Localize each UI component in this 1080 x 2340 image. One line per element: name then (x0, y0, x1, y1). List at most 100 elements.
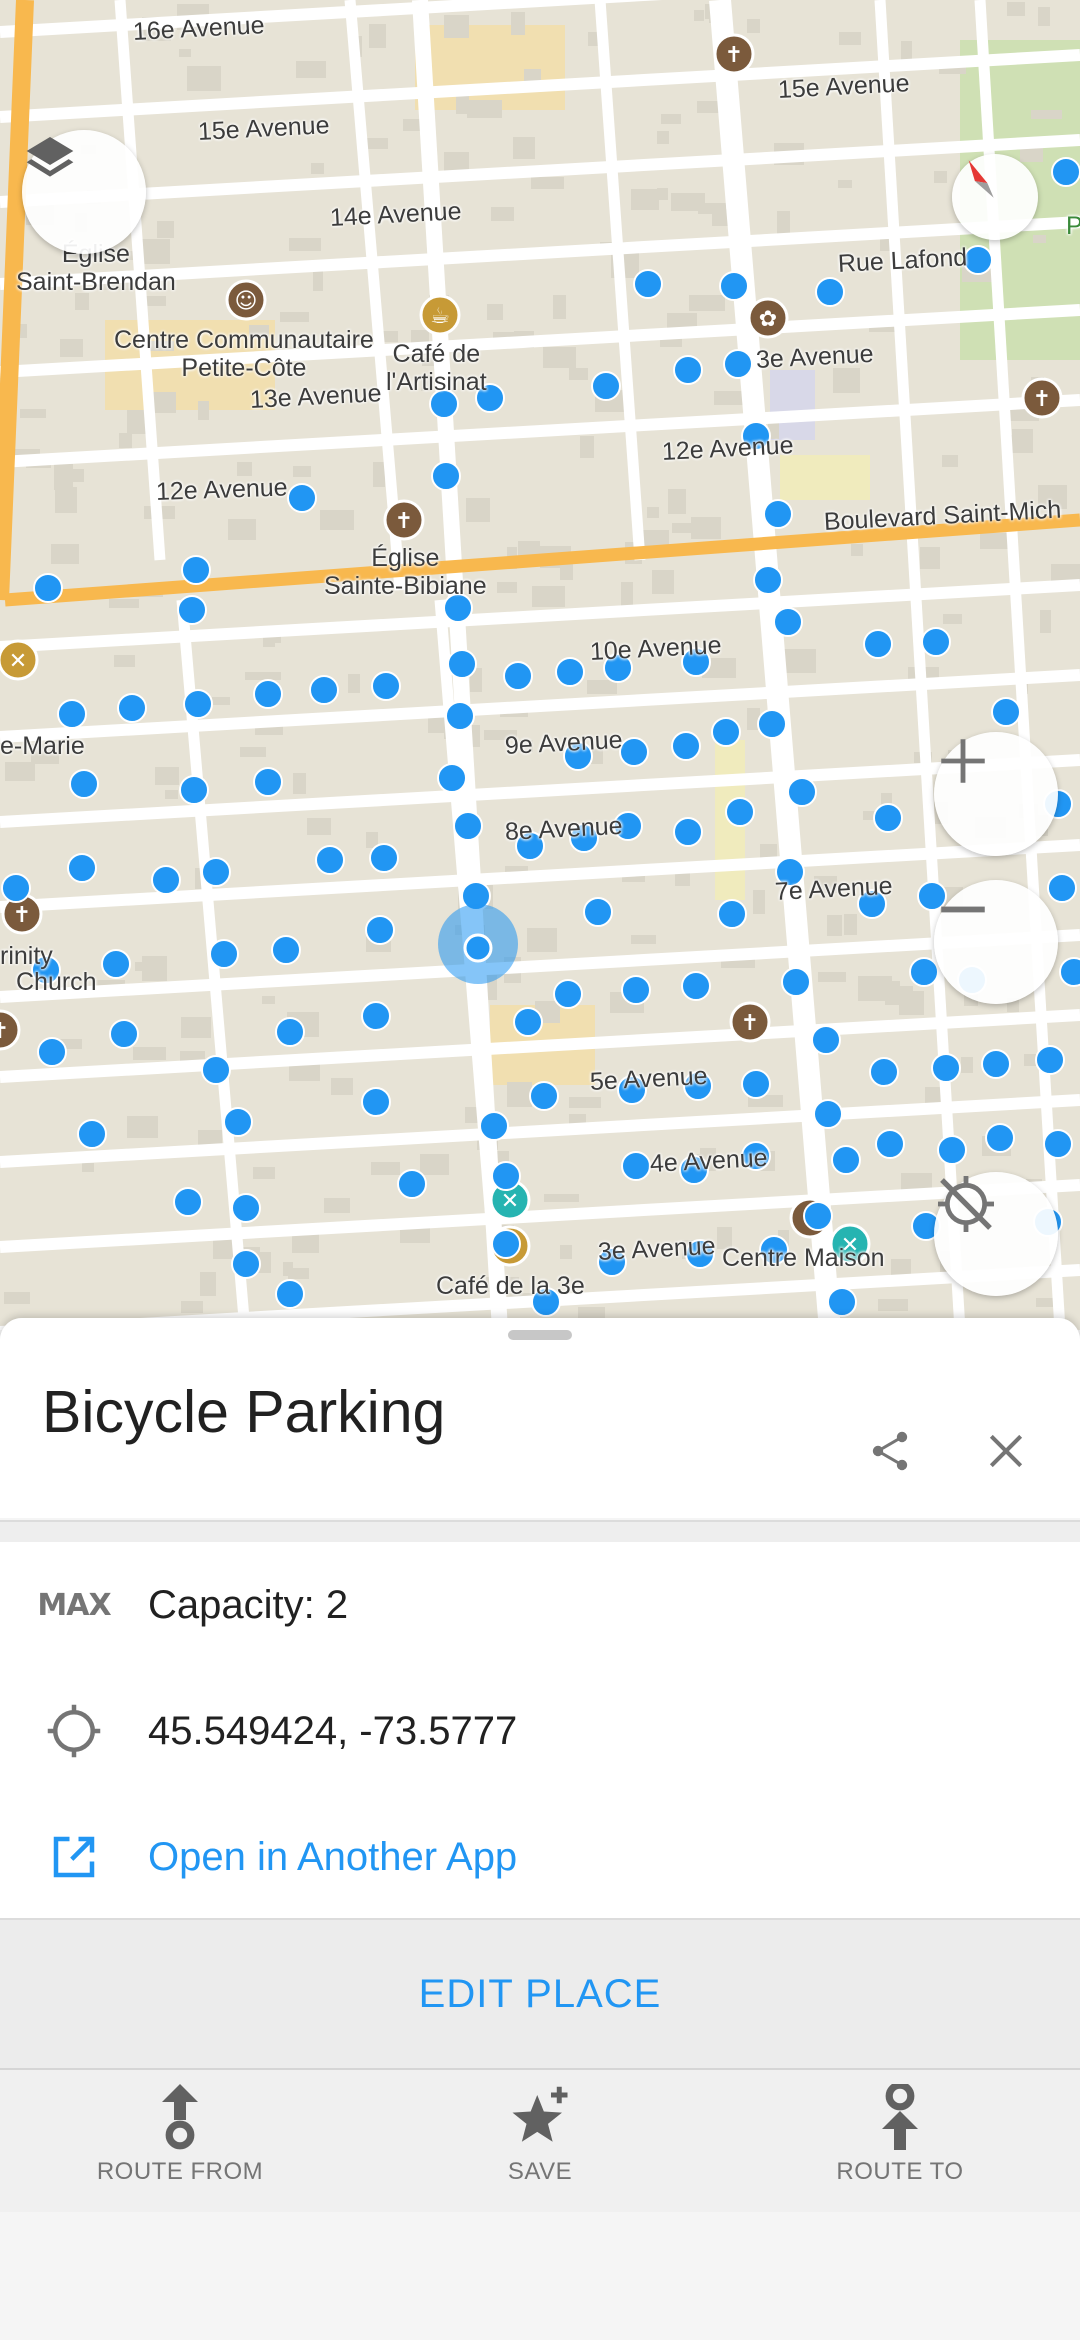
building (961, 1057, 973, 1073)
building (179, 49, 191, 57)
bicycle-parking-point (437, 763, 467, 793)
bicycle-parking-point (315, 845, 345, 875)
building (165, 790, 178, 799)
building (228, 519, 256, 540)
bicycle-parking-point (1035, 1045, 1065, 1075)
bicycle-parking-point (873, 803, 903, 833)
bicycle-parking-point (671, 731, 701, 761)
capacity-text: Capacity: 2 (148, 1582, 349, 1627)
bicycle-parking-point (633, 269, 663, 299)
edit-place-button[interactable]: EDIT PLACE (0, 1920, 1080, 2070)
selected-location-point[interactable] (463, 933, 493, 963)
bicycle-parking-point (673, 355, 703, 385)
bicycle-parking-point (619, 737, 649, 767)
bicycle-parking-point (773, 607, 803, 637)
place-details: MAX Capacity: 2 45.549424, -73.5777 Open… (0, 1542, 1080, 1920)
save-button[interactable]: SAVE (360, 2070, 720, 2212)
building (818, 972, 846, 982)
building (420, 1154, 449, 1175)
layers-button[interactable] (22, 130, 146, 254)
bicycle-parking-point (491, 1229, 521, 1259)
bicycle-parking-point (37, 1037, 67, 1067)
map-canvas[interactable]: ✝✝✝✝✝✝✝☕☕☺✿✕✕✕ (0, 0, 1080, 1330)
building (293, 466, 311, 477)
building (532, 586, 565, 607)
cafe-icon: ☕ (419, 294, 461, 336)
bicycle-parking-point (963, 245, 993, 275)
building (253, 1167, 275, 1179)
bicycle-parking-point (309, 675, 339, 705)
section-divider (0, 1520, 1080, 1544)
bicycle-parking-point (491, 1161, 521, 1191)
coordinates-text[interactable]: 45.549424, -73.5777 (148, 1709, 517, 1754)
route-from-button[interactable]: ROUTE FROM (0, 2070, 360, 2212)
save-label: SAVE (507, 2158, 573, 2185)
bicycle-parking-point (909, 957, 939, 987)
building (491, 207, 514, 221)
bicycle-parking-point (361, 1087, 391, 1117)
zoom-out-button[interactable] (934, 880, 1058, 1004)
building (878, 1299, 908, 1311)
bicycle-parking-point (717, 899, 747, 929)
building (82, 1163, 94, 1172)
bicycle-parking-point (271, 935, 301, 965)
bicycle-parking-point (831, 1145, 861, 1175)
building (487, 304, 503, 320)
route-to-button[interactable]: ROUTE TO (720, 2070, 1080, 2212)
route-to-label: ROUTE TO (836, 2158, 964, 2185)
building (827, 915, 842, 936)
church-icon: ✝ (729, 1001, 771, 1043)
bicycle-parking-point (863, 629, 893, 659)
building (513, 137, 535, 159)
bicycle-parking-point (173, 1187, 203, 1217)
coordinates-row[interactable]: 45.549424, -73.5777 (0, 1668, 1080, 1794)
open-in-another-app-link[interactable]: Open in Another App (148, 1835, 517, 1880)
bicycle-parking-point (201, 857, 231, 887)
street-label: 12e Avenue (155, 473, 289, 506)
my-location-button[interactable] (934, 1172, 1058, 1296)
building (245, 672, 281, 680)
place-details-sheet[interactable]: Bicycle Parking MAX Capacity: 2 45.54942… (0, 1318, 1080, 2340)
building (5, 762, 35, 781)
bicycle-parking-point (583, 897, 613, 927)
map-view[interactable]: ✝✝✝✝✝✝✝☕☕☺✿✕✕✕ 16e Avenue 15e Avenue 15e… (0, 0, 1080, 1330)
bicycle-parking-point (815, 277, 845, 307)
building (331, 1078, 353, 1095)
building (1033, 235, 1046, 243)
open-in-another-app-row[interactable]: Open in Another App (0, 1794, 1080, 1920)
building (60, 339, 83, 357)
restaurant-icon: ✕ (0, 639, 39, 681)
building (212, 697, 230, 705)
building (371, 1162, 400, 1175)
building (527, 928, 557, 952)
bicycle-parking-point (177, 595, 207, 625)
building (155, 767, 179, 785)
share-button[interactable] (850, 1411, 930, 1491)
close-button[interactable] (966, 1411, 1046, 1491)
building (569, 368, 588, 380)
bicycle-parking-point (753, 565, 783, 595)
bicycle-parking-point (369, 843, 399, 873)
zoom-in-button[interactable] (934, 732, 1058, 856)
building (466, 498, 490, 522)
bicycle-parking-point (781, 967, 811, 997)
poi-label: P (1066, 212, 1080, 240)
church-icon: ✝ (1021, 377, 1063, 419)
bicycle-parking-point (371, 671, 401, 701)
building (198, 401, 209, 420)
compass-button[interactable] (952, 154, 1038, 240)
building (280, 312, 309, 322)
open-external-icon (53, 1836, 95, 1878)
capacity-max-icon: MAX (37, 1587, 111, 1623)
bicycle-parking-point (513, 1007, 543, 1037)
sheet-drag-handle[interactable] (508, 1330, 572, 1340)
building (1007, 2, 1025, 16)
zoom-in-icon (941, 739, 985, 783)
building (511, 12, 525, 35)
bicycle-parking-point (101, 949, 131, 979)
building (697, 101, 720, 113)
bicycle-parking-point (869, 1057, 899, 1087)
building (631, 935, 656, 944)
building (288, 1268, 309, 1279)
poi-label: Centre Communautaire Petite-Côte (114, 326, 374, 382)
